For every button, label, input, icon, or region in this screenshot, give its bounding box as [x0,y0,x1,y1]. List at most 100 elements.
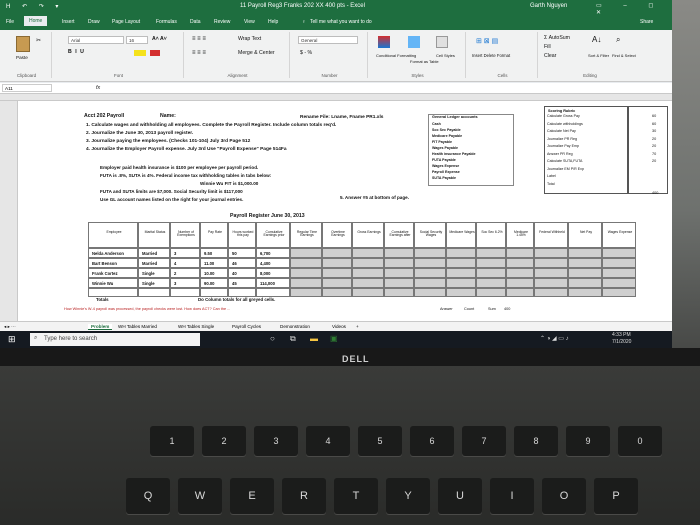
tab-view[interactable]: View [244,19,255,25]
register-cell[interactable] [414,248,446,258]
number-key[interactable]: 3 [254,426,298,456]
tray-icons[interactable]: ⌃ ◑ ◢ ▭ ♪ [540,335,569,342]
register-cell[interactable]: 6,700 [256,248,290,258]
cell-styles-button[interactable]: Cell Styles [436,54,455,58]
tab-data[interactable]: Data [190,19,201,25]
register-cell[interactable] [322,258,352,268]
totals-cell[interactable] [602,288,636,297]
conditional-formatting-button[interactable]: Conditional Formatting [376,54,416,58]
register-cell[interactable] [568,278,602,288]
user-name[interactable]: Garth Nguyen [530,3,567,9]
wrap-text-button[interactable]: Wrap Text [238,36,261,42]
paste-button[interactable]: Paste [16,55,28,61]
register-cell[interactable] [506,278,534,288]
register-cell[interactable]: 50 [228,248,256,258]
fill-button[interactable]: Fill [544,44,551,50]
register-cell[interactable] [384,248,414,258]
letter-key[interactable]: E [230,478,274,514]
register-cell[interactable] [534,278,568,288]
number-key[interactable]: 6 [410,426,454,456]
number-key[interactable]: 8 [514,426,558,456]
cell-styles-icon[interactable] [436,36,448,48]
totals-cell[interactable] [200,288,228,297]
formula-input[interactable] [110,84,670,92]
grow-font-icon[interactable]: A˄ A˅ [152,36,167,42]
register-cell[interactable]: Single [138,268,170,278]
register-cell[interactable]: 45 [228,278,256,288]
letter-key[interactable]: W [178,478,222,514]
register-cell[interactable] [476,258,506,268]
font-size-select[interactable]: 16 [126,36,148,44]
totals-cell[interactable] [384,288,414,297]
bold-italic-underline[interactable]: B I U [68,49,85,55]
register-cell[interactable] [290,268,322,278]
tab-page-layout[interactable]: Page Layout [112,19,140,25]
cut-icon[interactable]: ✂ [36,38,41,44]
totals-cell[interactable] [446,288,476,297]
register-cell[interactable]: 40 [228,268,256,278]
tab-wh-married[interactable]: WH Tables Married [118,324,157,329]
register-cell[interactable] [384,278,414,288]
number-key[interactable]: 7 [462,426,506,456]
register-cell[interactable] [322,268,352,278]
conditional-formatting-icon[interactable] [378,36,390,48]
add-sheet-button[interactable]: + [356,324,359,329]
register-cell[interactable]: 8,000 [256,268,290,278]
register-cell[interactable] [290,278,322,288]
currency-percent-buttons[interactable]: $ - % [300,50,312,56]
totals-cell[interactable] [88,288,138,297]
register-cell[interactable] [414,258,446,268]
register-cell[interactable] [322,248,352,258]
totals-cell[interactable] [352,288,384,297]
totals-cell[interactable] [228,288,256,297]
totals-cell[interactable] [170,288,200,297]
totals-cell[interactable] [256,288,290,297]
insert-delete-icons[interactable]: ⊞ ⊠ ▤ [476,38,498,45]
register-cell[interactable] [602,278,636,288]
share-button[interactable]: Share [640,19,653,25]
letter-key[interactable]: R [282,478,326,514]
window-controls[interactable]: ▭ – ◻ ✕ [596,2,672,16]
tab-help[interactable]: Help [268,19,278,25]
register-cell[interactable] [352,268,384,278]
tab-demonstration[interactable]: Demonstration [280,324,310,329]
task-view-icon[interactable]: ⧉ [290,334,296,344]
taskbar-search[interactable]: ⌕ Type here to search [30,333,200,346]
paste-icon[interactable] [16,36,30,52]
register-cell[interactable] [602,248,636,258]
merge-center-button[interactable]: Merge & Center [238,50,275,56]
totals-cell[interactable] [414,288,446,297]
clear-button[interactable]: Clear [544,53,556,59]
sheet-nav-arrows[interactable]: ◂ ▸ ··· [4,324,16,330]
letter-key[interactable]: O [542,478,586,514]
tab-formulas[interactable]: Formulas [156,19,177,25]
register-cell[interactable]: 46 [228,258,256,268]
file-explorer-icon[interactable]: ▬ [310,334,318,343]
tab-home[interactable]: Home [24,16,48,26]
tab-wh-single[interactable]: WH Tables Single [178,324,214,329]
register-cell[interactable] [446,258,476,268]
letter-key[interactable]: I [490,478,534,514]
register-cell[interactable] [352,258,384,268]
register-cell[interactable] [476,268,506,278]
register-cell[interactable] [384,268,414,278]
register-cell[interactable]: Married [138,248,170,258]
number-format-select[interactable]: General [298,36,358,44]
register-cell[interactable] [414,268,446,278]
number-key[interactable]: 0 [618,426,662,456]
name-box[interactable]: A11 [2,84,52,92]
register-cell[interactable]: Winnie Wu [88,278,138,288]
tell-me-box[interactable]: Tell me what you want to do [310,19,372,25]
register-cell[interactable] [446,248,476,258]
register-cell[interactable]: 90.00 [200,278,228,288]
font-name-select[interactable]: Arial [68,36,124,44]
register-cell[interactable]: 4,400 [256,258,290,268]
autosum-button[interactable]: Σ AutoSum [544,35,570,41]
register-cell[interactable]: 114,000 [256,278,290,288]
letter-key[interactable]: T [334,478,378,514]
register-cell[interactable] [568,258,602,268]
register-cell[interactable]: 3 [170,248,200,258]
register-cell[interactable] [506,258,534,268]
font-color-icon[interactable] [150,50,160,56]
number-key[interactable]: 4 [306,426,350,456]
